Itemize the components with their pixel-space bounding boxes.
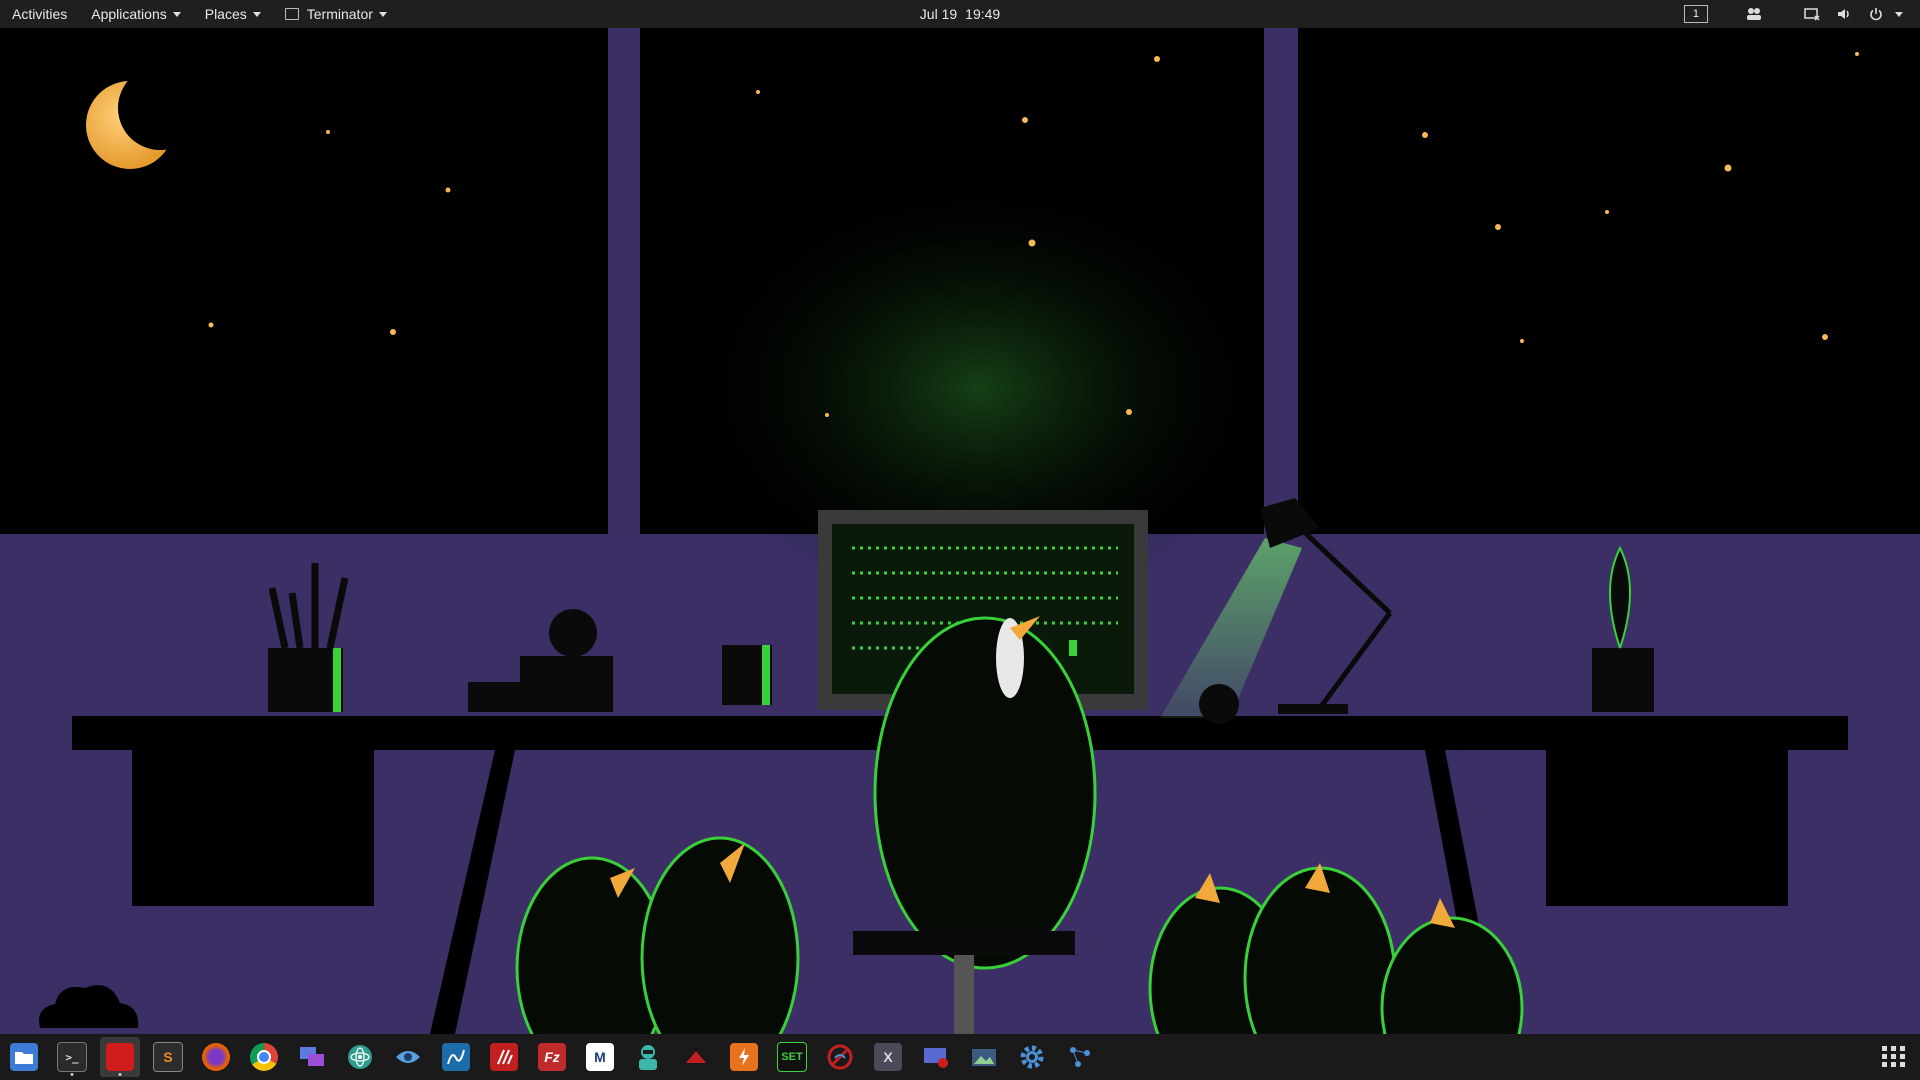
dock-item-files[interactable] <box>4 1037 44 1077</box>
no-wifi-icon <box>826 1043 854 1071</box>
active-app-label: Terminator <box>306 6 373 22</box>
time-label: 19:49 <box>965 6 1001 22</box>
maltego-icon: M <box>586 1043 614 1071</box>
dock-item-no-wifi-app[interactable] <box>820 1037 860 1077</box>
chevron-down-icon[interactable] <box>1894 6 1904 22</box>
apple <box>549 609 597 657</box>
screen-recorder-icon <box>922 1043 950 1071</box>
avatar-icon <box>634 1043 662 1071</box>
dock-item-filezilla[interactable]: Fz <box>532 1037 572 1077</box>
dock: >_ S Fz M SET X <box>0 1034 1920 1080</box>
activities-button[interactable]: Activities <box>0 0 79 28</box>
red-stack-icon <box>490 1043 518 1071</box>
x-tool-icon: X <box>874 1043 902 1071</box>
chevron-down-icon <box>172 11 181 17</box>
dock-item-network-app[interactable] <box>1060 1037 1100 1077</box>
gear-icon <box>1018 1043 1046 1071</box>
desktop-wallpaper[interactable] <box>0 28 1920 1034</box>
screen-icon[interactable] <box>1804 6 1820 22</box>
dock-item-avatar-app[interactable] <box>628 1037 668 1077</box>
folder-icon <box>10 1043 38 1071</box>
window-right <box>1298 28 1920 534</box>
places-menu[interactable]: Places <box>193 0 273 28</box>
chevron-down-icon <box>378 11 387 17</box>
red-app-icon <box>106 1043 134 1071</box>
wallpaper-illustration <box>0 28 1920 1034</box>
dock-item-arrow-up-app[interactable] <box>676 1037 716 1077</box>
dock-item-screen-recorder[interactable] <box>916 1037 956 1077</box>
dock-item-maltego[interactable]: M <box>580 1037 620 1077</box>
activities-label: Activities <box>12 6 68 22</box>
show-applications-button[interactable] <box>1880 1042 1908 1070</box>
atom-icon <box>346 1043 374 1071</box>
dock-item-burp[interactable] <box>724 1037 764 1077</box>
dock-item-red-stack-app[interactable] <box>484 1037 524 1077</box>
books-top <box>520 656 613 682</box>
arrow-up-icon <box>682 1043 710 1071</box>
image-viewer-icon <box>970 1043 998 1071</box>
system-tray: 1 <box>1683 0 1912 28</box>
dock-item-terminal[interactable]: >_ <box>52 1037 92 1077</box>
top-bar: Activities Applications Places Terminato… <box>0 0 1920 28</box>
dock-item-settings[interactable] <box>1012 1037 1052 1077</box>
filezilla-icon: Fz <box>538 1043 566 1071</box>
dock-item-image-viewer[interactable] <box>964 1037 1004 1077</box>
eye-icon <box>394 1043 422 1071</box>
window-left <box>0 28 608 534</box>
dock-item-x-tool[interactable]: X <box>868 1037 908 1077</box>
dock-item-wireshark[interactable] <box>436 1037 476 1077</box>
applications-menu[interactable]: Applications <box>79 0 193 28</box>
set-icon: SET <box>777 1042 807 1072</box>
places-label: Places <box>204 6 247 22</box>
drawer-left <box>132 750 374 906</box>
drawer-right <box>1546 750 1788 906</box>
pencil-cup <box>268 648 343 712</box>
terminal-icon <box>284 8 299 20</box>
dock-item-red-app[interactable] <box>100 1037 140 1077</box>
dock-item-firefox[interactable] <box>196 1037 236 1077</box>
sublime-text-icon: S <box>153 1042 183 1072</box>
dock-item-atom[interactable] <box>340 1037 380 1077</box>
running-indicator <box>118 1073 122 1076</box>
pencil-cup-highlight <box>333 648 341 712</box>
terminal-icon: >_ <box>57 1042 87 1072</box>
chevron-down-icon <box>252 11 261 17</box>
applications-label: Applications <box>91 6 167 22</box>
mug-highlight <box>762 645 770 705</box>
workspace-indicator[interactable]: 1 <box>1683 5 1708 23</box>
power-icon[interactable] <box>1868 6 1884 22</box>
penguin-main <box>873 616 1097 970</box>
dock-item-sublime-text[interactable]: S <box>148 1037 188 1077</box>
wireshark-icon <box>442 1043 470 1071</box>
dock-item-chrome[interactable] <box>244 1037 284 1077</box>
dock-item-eye-app[interactable] <box>388 1037 428 1077</box>
date-label: Jul 19 <box>919 6 958 22</box>
dock-item-multi-window-app[interactable] <box>292 1037 332 1077</box>
books-bottom <box>468 682 613 712</box>
burp-icon <box>730 1043 758 1071</box>
clock[interactable]: Jul 19 19:49 <box>920 6 1000 22</box>
mouse <box>1199 684 1239 724</box>
app-menu-terminator[interactable]: Terminator <box>273 0 399 28</box>
chair-post <box>954 955 974 1034</box>
volume-icon[interactable] <box>1836 6 1852 22</box>
running-indicator <box>70 1073 74 1076</box>
chrome-icon <box>250 1043 278 1071</box>
network-icon <box>1066 1043 1094 1071</box>
firefox-icon <box>202 1043 230 1071</box>
plant-pot <box>1592 648 1654 712</box>
moon-shadow <box>118 66 202 150</box>
windows-icon <box>298 1043 326 1071</box>
lamp-base <box>1278 704 1348 714</box>
chair-seat <box>853 931 1075 955</box>
cursor-block <box>1069 640 1077 656</box>
dock-item-set[interactable]: SET <box>772 1037 812 1077</box>
users-icon[interactable] <box>1746 6 1762 22</box>
